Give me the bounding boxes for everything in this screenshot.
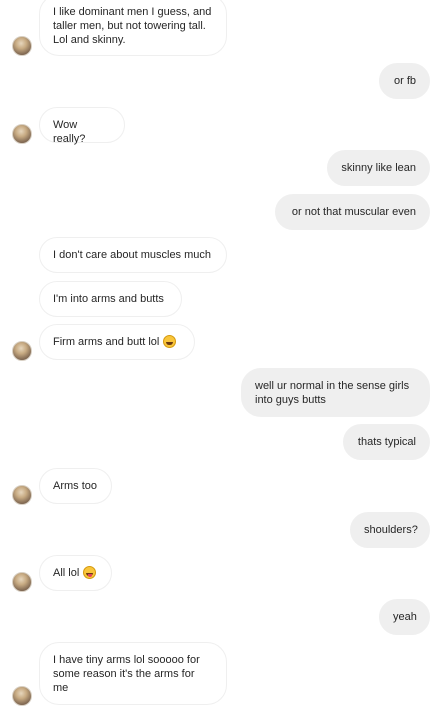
outgoing-message-bubble: thats typical [343, 424, 430, 460]
tongue-face-emoji-icon [83, 566, 97, 579]
outgoing-message-bubble: well ur normal in the sense girls into g… [241, 368, 430, 417]
contact-avatar[interactable] [12, 572, 32, 592]
message-text: I'm into arms and butts [53, 293, 164, 305]
message-text: Arms too [53, 480, 98, 492]
message-text: Wow really? [53, 119, 86, 145]
message-text: I don't care about muscles much [53, 249, 212, 261]
contact-avatar[interactable] [12, 485, 32, 505]
message-text: I like dominant men I guess, and taller … [53, 6, 212, 46]
message-text: skinny like lean [341, 162, 416, 174]
laughing-face-emoji-icon [163, 335, 177, 348]
incoming-message-bubble: Wow really? [39, 107, 125, 145]
contact-avatar[interactable] [12, 124, 32, 144]
incoming-message-bubble: Arms too [39, 468, 112, 504]
message-text: thats typical [357, 436, 416, 448]
incoming-message-bubble: Firm arms and butt lol [39, 324, 195, 360]
outgoing-message-bubble: yeah [379, 599, 430, 635]
incoming-message-bubble: I have tiny arms lol sooooo for some rea… [39, 642, 227, 705]
contact-avatar[interactable] [12, 686, 32, 706]
message-text: well ur normal in the sense girls into g… [255, 380, 410, 406]
outgoing-message-bubble: or fb [379, 63, 430, 99]
outgoing-message-bubble: skinny like lean [327, 150, 430, 186]
outgoing-message-bubble: or not that muscular even [275, 194, 430, 230]
incoming-message-bubble: I'm into arms and butts [39, 281, 182, 317]
incoming-message-bubble: All lol [39, 555, 112, 591]
outgoing-message-bubble: shoulders? [350, 512, 430, 548]
message-text: or not that muscular even [291, 206, 416, 218]
message-text: All lol [53, 567, 80, 579]
contact-avatar[interactable] [12, 341, 32, 361]
message-text: or fb [393, 75, 416, 87]
message-text: yeah [393, 611, 417, 623]
incoming-message-bubble: I don't care about muscles much [39, 237, 227, 273]
message-text: Firm arms and butt lol [53, 336, 160, 348]
message-text: I have tiny arms lol sooooo for some rea… [53, 654, 200, 694]
incoming-message-bubble: I like dominant men I guess, and taller … [39, 0, 227, 56]
contact-avatar[interactable] [12, 36, 32, 56]
message-text: shoulders? [364, 524, 418, 536]
